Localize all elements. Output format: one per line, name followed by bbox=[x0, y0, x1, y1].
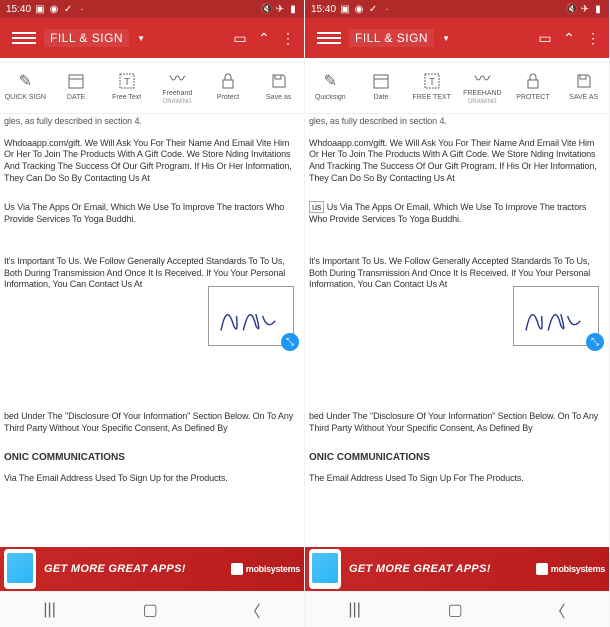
doc-text: Via The Email Address Used To Sign Up fo… bbox=[4, 473, 300, 485]
resize-handle[interactable]: ⤡ bbox=[281, 333, 299, 351]
app-bar: FILL & SIGN ▼ ▭ ⌃ ⋮ bbox=[0, 18, 304, 58]
status-time: 15:40 bbox=[6, 4, 31, 15]
quick-sign-button[interactable]: ✎ QUICK SIGN bbox=[0, 58, 51, 113]
lock-icon bbox=[524, 70, 542, 92]
image-icon: ▣ bbox=[35, 4, 45, 14]
resize-handle[interactable]: ⤡ bbox=[586, 333, 604, 351]
doc-text: bed Under The "Disclosure Of Your Inform… bbox=[4, 411, 300, 434]
bookmark-icon[interactable]: ▭ bbox=[533, 30, 557, 47]
ad-brand-logo: mobisystems bbox=[231, 563, 300, 575]
section-heading: ONIC COMMUNICATIONS bbox=[309, 452, 605, 463]
sign-icon: ✎ bbox=[324, 70, 337, 92]
lock-icon bbox=[219, 70, 237, 92]
save-as-button[interactable]: Save as bbox=[253, 58, 304, 113]
save-as-button[interactable]: SAVE AS bbox=[558, 58, 609, 113]
doc-text: us Us Via The Apps Or Email, Which We Us… bbox=[309, 202, 605, 225]
back-button[interactable]: 〈 bbox=[245, 598, 261, 622]
ad-brand-logo: mobisystems bbox=[536, 563, 605, 575]
bookmark-icon[interactable]: ▭ bbox=[228, 30, 252, 47]
mute-icon: 🔇 bbox=[262, 4, 272, 14]
free-text-button[interactable]: T Free Text bbox=[101, 58, 152, 113]
date-button[interactable]: Date bbox=[356, 58, 407, 113]
ad-phone-image bbox=[4, 549, 36, 589]
toolbar: ✎ QUICK SIGN DATE T Free Text 〰 Freehand… bbox=[0, 58, 304, 114]
signature-box[interactable]: ⤡ bbox=[513, 286, 599, 346]
chevron-down-icon[interactable]: ▼ bbox=[442, 34, 450, 43]
dot-icon: · bbox=[77, 4, 87, 14]
collapse-icon[interactable]: ⌃ bbox=[557, 30, 581, 47]
mode-selector[interactable]: FILL & SIGN bbox=[44, 29, 129, 47]
document-area[interactable]: gles, as fully described in section 4. W… bbox=[305, 114, 609, 574]
battery-icon: ▮ bbox=[288, 4, 298, 14]
home-button[interactable]: ▢ bbox=[143, 600, 158, 620]
right-pane: 15:40 ▣ ◉ ✓ · 🔇 ✈ ▮ FILL & SIGN ▼ ▭ ⌃ ⋮ bbox=[305, 0, 610, 627]
document-area[interactable]: gles, as fully described in section 4. W… bbox=[0, 114, 304, 574]
text-icon: T bbox=[118, 70, 136, 92]
ad-banner[interactable]: GET MORE GREAT APPS! mobisystems bbox=[0, 547, 304, 591]
protect-button[interactable]: PROTECT bbox=[508, 58, 559, 113]
sign-icon: ✎ bbox=[19, 70, 32, 92]
status-bar: 15:40 ▣ ◉ ✓ · 🔇 ✈ ▮ bbox=[305, 0, 609, 18]
recents-button[interactable]: ||| bbox=[43, 601, 55, 619]
ad-text: GET MORE GREAT APPS! bbox=[349, 563, 536, 575]
android-nav-bar: ||| ▢ 〈 bbox=[0, 591, 304, 627]
calendar-icon bbox=[372, 70, 390, 92]
doc-text: The Email Address Used To Sign Up For Th… bbox=[309, 473, 605, 485]
svg-text:T: T bbox=[124, 77, 130, 88]
airplane-icon: ✈ bbox=[275, 4, 285, 14]
check-icon: ✓ bbox=[368, 4, 378, 14]
doc-text: gles, as fully described in section 4. bbox=[309, 116, 605, 128]
ad-banner[interactable]: GET MORE GREAT APPS! mobisystems bbox=[305, 547, 609, 591]
status-time: 15:40 bbox=[311, 4, 336, 15]
more-icon[interactable]: ⋮ bbox=[581, 30, 605, 47]
doc-text: gles, as fully described in section 4. bbox=[4, 116, 300, 128]
app-bar: FILL & SIGN ▼ ▭ ⌃ ⋮ bbox=[305, 18, 609, 58]
calendar-icon bbox=[67, 70, 85, 92]
freehand-button[interactable]: 〰 FREEHAND DRAWING bbox=[457, 58, 508, 113]
android-nav-bar: ||| ▢ 〈 bbox=[305, 591, 609, 627]
doc-text: Whdoaapp.com/gift. We Will Ask You For T… bbox=[4, 138, 300, 185]
svg-text:T: T bbox=[429, 77, 435, 88]
section-heading: ONIC COMMUNICATIONS bbox=[4, 452, 300, 463]
back-button[interactable]: 〈 bbox=[550, 598, 566, 622]
ad-phone-image bbox=[309, 549, 341, 589]
ad-text: GET MORE GREAT APPS! bbox=[44, 563, 231, 575]
menu-button[interactable] bbox=[12, 32, 36, 44]
airplane-icon: ✈ bbox=[580, 4, 590, 14]
collapse-icon[interactable]: ⌃ bbox=[252, 30, 276, 47]
recents-button[interactable]: ||| bbox=[348, 601, 360, 619]
doc-text: Whdoaapp.com/gift. We Will Ask You For T… bbox=[309, 138, 605, 185]
sync-icon: ◉ bbox=[49, 4, 59, 14]
menu-button[interactable] bbox=[317, 32, 341, 44]
protect-button[interactable]: Protect bbox=[203, 58, 254, 113]
text-icon: T bbox=[423, 70, 441, 92]
left-pane: 15:40 ▣ ◉ ✓ · 🔇 ✈ ▮ FILL & SIGN ▼ ▭ ⌃ ⋮ bbox=[0, 0, 305, 627]
freehand-icon: 〰 bbox=[169, 66, 185, 88]
quick-sign-button[interactable]: ✎ Quicksign bbox=[305, 58, 356, 113]
freehand-button[interactable]: 〰 Freehand DRAWING bbox=[152, 58, 203, 113]
chevron-down-icon[interactable]: ▼ bbox=[137, 34, 145, 43]
doc-text: Us Via The Apps Or Email, Which We Use T… bbox=[4, 202, 300, 225]
sync-icon: ◉ bbox=[354, 4, 364, 14]
image-icon: ▣ bbox=[340, 4, 350, 14]
mute-icon: 🔇 bbox=[567, 4, 577, 14]
more-icon[interactable]: ⋮ bbox=[276, 30, 300, 47]
save-icon bbox=[270, 70, 288, 92]
mode-selector[interactable]: FILL & SIGN bbox=[349, 29, 434, 47]
battery-icon: ▮ bbox=[593, 4, 603, 14]
status-bar: 15:40 ▣ ◉ ✓ · 🔇 ✈ ▮ bbox=[0, 0, 304, 18]
check-icon: ✓ bbox=[63, 4, 73, 14]
free-text-button[interactable]: T FREE TEXT bbox=[406, 58, 457, 113]
freehand-icon: 〰 bbox=[474, 66, 490, 88]
signature-box[interactable]: ⤡ bbox=[208, 286, 294, 346]
doc-text: bed Under The "Disclosure Of Your Inform… bbox=[309, 411, 605, 434]
date-button[interactable]: DATE bbox=[51, 58, 102, 113]
home-button[interactable]: ▢ bbox=[448, 600, 463, 620]
toolbar: ✎ Quicksign Date T FREE TEXT 〰 FREEHAND … bbox=[305, 58, 609, 114]
dot-icon: · bbox=[382, 4, 392, 14]
save-icon bbox=[575, 70, 593, 92]
